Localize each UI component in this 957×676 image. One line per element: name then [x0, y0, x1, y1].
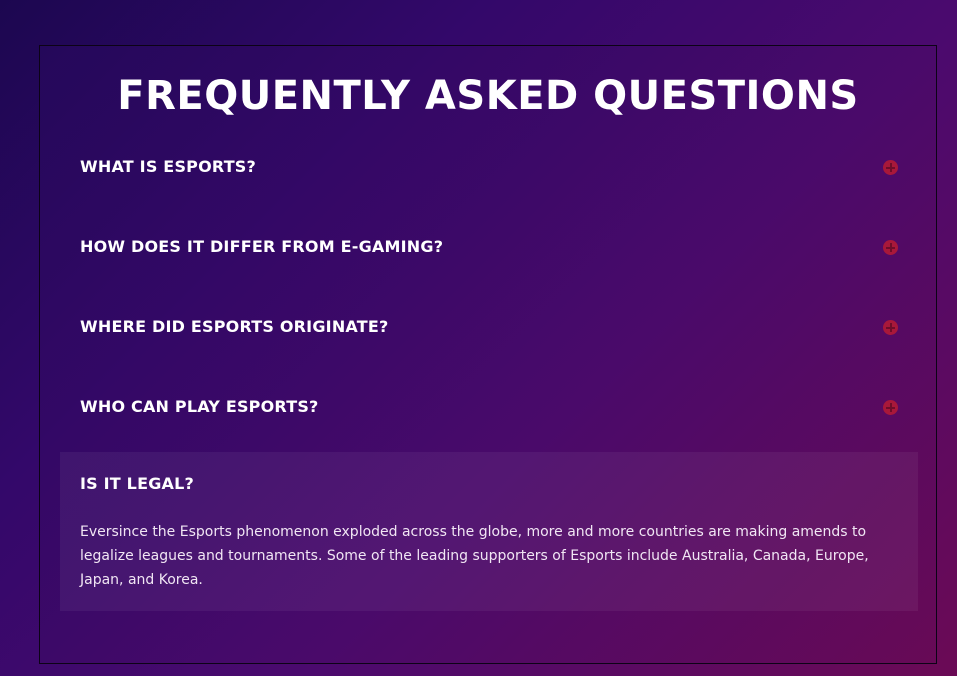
faq-question: HOW DOES IT DIFFER FROM E-GAMING?	[80, 237, 444, 256]
plus-circle-icon[interactable]	[883, 320, 898, 335]
faq-question[interactable]: IS IT LEGAL?	[80, 474, 194, 494]
faq-item-where-originate[interactable]: WHERE DID ESPORTS ORIGINATE?	[60, 307, 918, 347]
faq-answer: Eversince the Esports phenomenon explode…	[80, 524, 869, 588]
faq-question: WHERE DID ESPORTS ORIGINATE?	[80, 317, 389, 336]
faq-item-who-can-play[interactable]: WHO CAN PLAY ESPORTS?	[60, 387, 918, 427]
faq-question: WHO CAN PLAY ESPORTS?	[80, 397, 319, 416]
faq-title: FREQUENTLY ASKED QUESTIONS	[117, 73, 859, 119]
plus-circle-icon[interactable]	[883, 400, 898, 415]
plus-circle-icon[interactable]	[883, 240, 898, 255]
faq-panel: FREQUENTLY ASKED QUESTIONS WHAT IS ESPOR…	[39, 45, 937, 664]
plus-circle-icon[interactable]	[883, 160, 898, 175]
faq-item-is-it-legal[interactable]: IS IT LEGAL? Eversince the Esports pheno…	[60, 452, 918, 611]
faq-item-what-is-esports[interactable]: WHAT IS ESPORTS?	[60, 147, 918, 187]
faq-question: WHAT IS ESPORTS?	[80, 157, 257, 176]
faq-item-how-differ-from-egaming[interactable]: HOW DOES IT DIFFER FROM E-GAMING?	[60, 227, 918, 267]
